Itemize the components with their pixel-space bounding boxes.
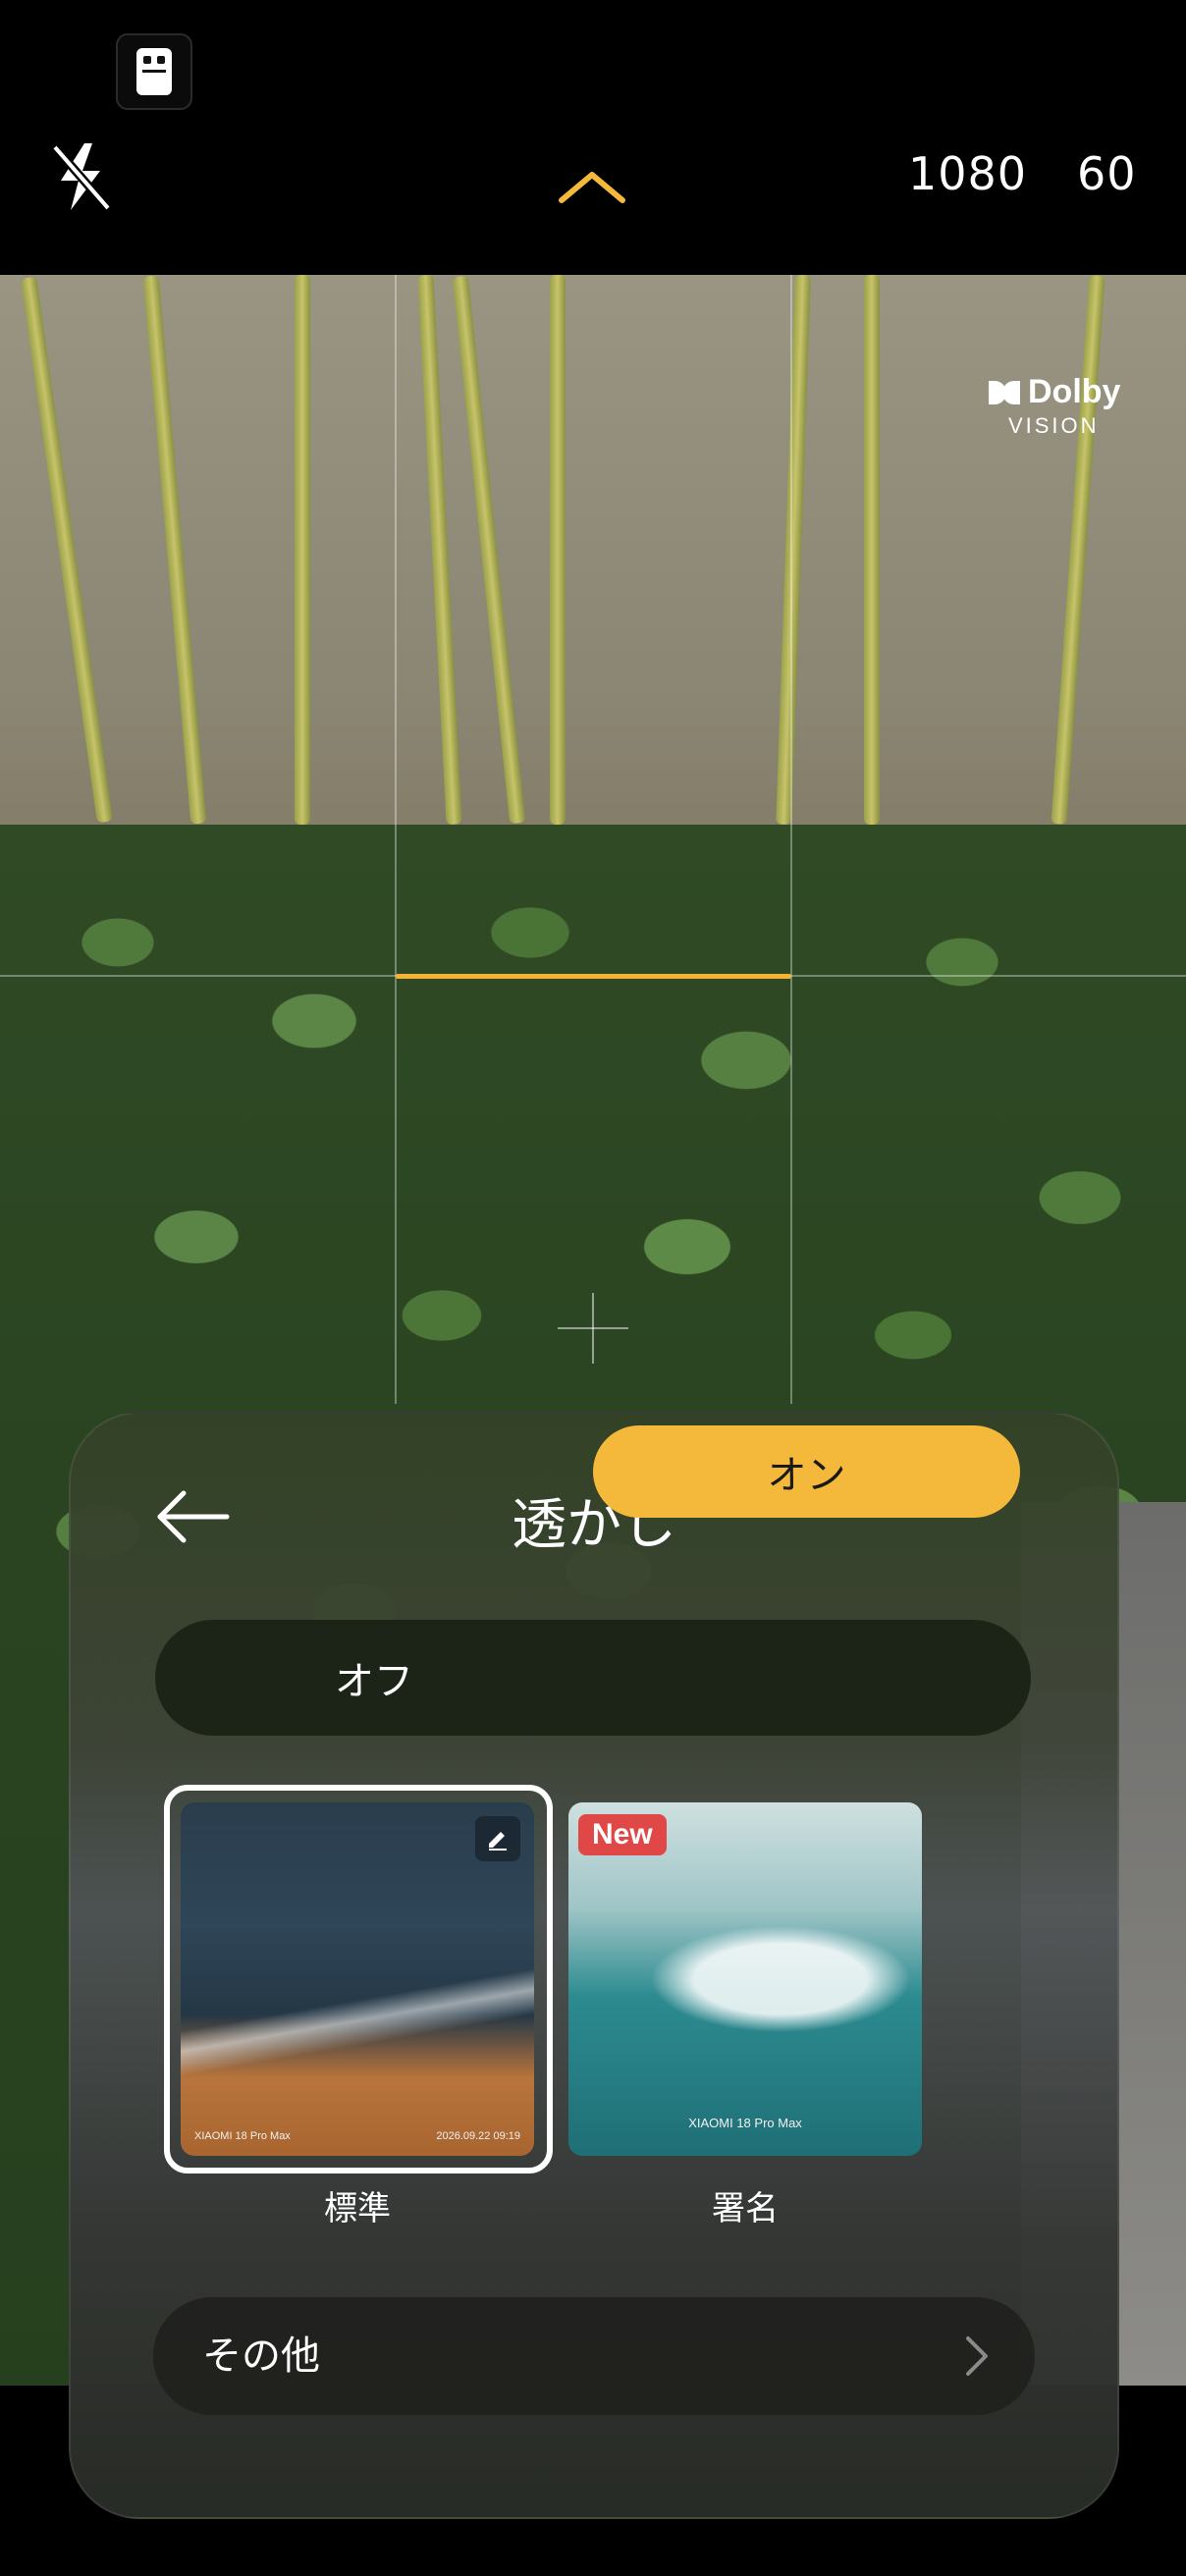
- dolby-icon: [989, 380, 1020, 404]
- watermark-style-standard[interactable]: XIAOMI 18 Pro Max 2026.09.22 09:19: [181, 1802, 534, 2156]
- grid-line: [395, 275, 397, 1404]
- mode-switch-icon[interactable]: [116, 33, 192, 110]
- scene-bamboo: [295, 275, 310, 825]
- level-indicator: [396, 974, 791, 979]
- resolution-toggle[interactable]: 1080: [908, 147, 1027, 200]
- watermark-style-signature[interactable]: New XIAOMI 18 Pro Max: [568, 1802, 922, 2156]
- toggle-off-option[interactable]: オフ: [155, 1620, 593, 1736]
- watermark-text-left: XIAOMI 18 Pro Max: [194, 2130, 291, 2142]
- grid-line: [790, 275, 792, 1404]
- flash-off-icon[interactable]: [47, 137, 116, 216]
- style-label-standard: 標準: [324, 2189, 391, 2228]
- chevron-up-icon[interactable]: [556, 167, 628, 206]
- watermark-text-right: 2026.09.22 09:19: [436, 2130, 520, 2142]
- watermark-panel: 透かし オフ オン XIAOMI 18 Pro Max 2026.09.22 0…: [69, 1412, 1119, 2519]
- dolby-brand-text: Dolby: [1028, 373, 1121, 410]
- watermark-brand-text: XIAOMI 18 Pro Max: [688, 2116, 802, 2130]
- dolby-sub-text: VISION: [1007, 413, 1100, 438]
- new-badge: New: [578, 1814, 667, 1855]
- frame-rate-toggle[interactable]: 60: [1077, 147, 1137, 200]
- chevron-right-icon: [962, 2334, 992, 2378]
- focus-crosshair: [592, 1293, 594, 1364]
- style-label-signature: 署名: [712, 2189, 779, 2228]
- more-label: その他: [202, 2334, 320, 2379]
- camera-top-bar: 1080 60: [0, 0, 1186, 275]
- toggle-on-option[interactable]: オン: [593, 1425, 1020, 1518]
- scene-bamboo: [864, 275, 880, 825]
- scene-bamboo: [550, 275, 566, 825]
- watermark-toggle: オフ: [155, 1620, 1031, 1736]
- more-options-row[interactable]: その他: [153, 2297, 1035, 2415]
- edit-icon[interactable]: [475, 1816, 520, 1861]
- dolby-vision-logo: Dolby VISION: [987, 373, 1120, 439]
